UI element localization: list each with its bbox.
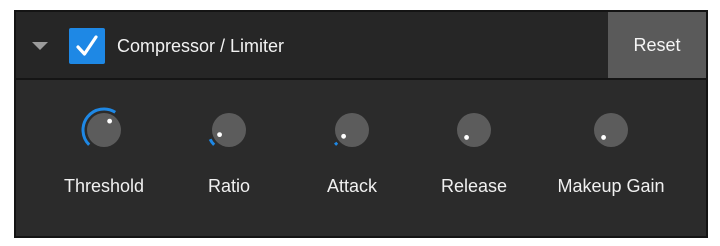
compressor-limiter-panel: Compressor / Limiter Reset Threshold Rat… bbox=[14, 10, 708, 238]
check-icon bbox=[76, 35, 98, 56]
panel-header: Compressor / Limiter Reset bbox=[16, 12, 706, 80]
knob-indicator-dot bbox=[601, 135, 606, 140]
threshold-knob[interactable] bbox=[80, 106, 128, 154]
knob-body bbox=[212, 113, 246, 147]
knob-body bbox=[335, 113, 369, 147]
knob-body bbox=[87, 113, 121, 147]
release-knob[interactable] bbox=[450, 106, 498, 154]
knob-value-arc bbox=[334, 141, 339, 146]
attack-knob[interactable] bbox=[328, 106, 376, 154]
ratio-knob[interactable] bbox=[205, 106, 253, 154]
ratio-label: Ratio bbox=[207, 176, 251, 196]
knob-threshold: Threshold bbox=[61, 78, 147, 197]
knob-body bbox=[457, 113, 491, 147]
knob-release: Release bbox=[429, 78, 519, 197]
makeup-gain-knob[interactable] bbox=[587, 106, 635, 154]
knob-makeup-gain: Makeup Gain bbox=[546, 78, 676, 197]
release-label: Release bbox=[440, 176, 508, 196]
knob-indicator-dot bbox=[464, 135, 469, 140]
panel-title: Compressor / Limiter bbox=[117, 36, 285, 56]
threshold-label: Threshold bbox=[63, 176, 145, 196]
knob-value-arc bbox=[208, 138, 216, 146]
reset-button[interactable]: Reset bbox=[608, 12, 706, 78]
knob-indicator-dot bbox=[107, 118, 113, 124]
knob-ratio: Ratio bbox=[186, 78, 272, 197]
enable-checkbox[interactable] bbox=[69, 28, 105, 64]
attack-label: Attack bbox=[326, 176, 378, 196]
knob-body bbox=[594, 113, 628, 147]
knob-row: Threshold Ratio Attack Release Makeup Ga… bbox=[16, 78, 706, 236]
makeup-gain-label: Makeup Gain bbox=[557, 176, 665, 196]
collapse-triangle-icon[interactable] bbox=[32, 42, 48, 50]
knob-attack: Attack bbox=[309, 78, 395, 197]
knob-indicator-dot bbox=[341, 133, 347, 139]
knob-indicator-dot bbox=[217, 132, 222, 138]
